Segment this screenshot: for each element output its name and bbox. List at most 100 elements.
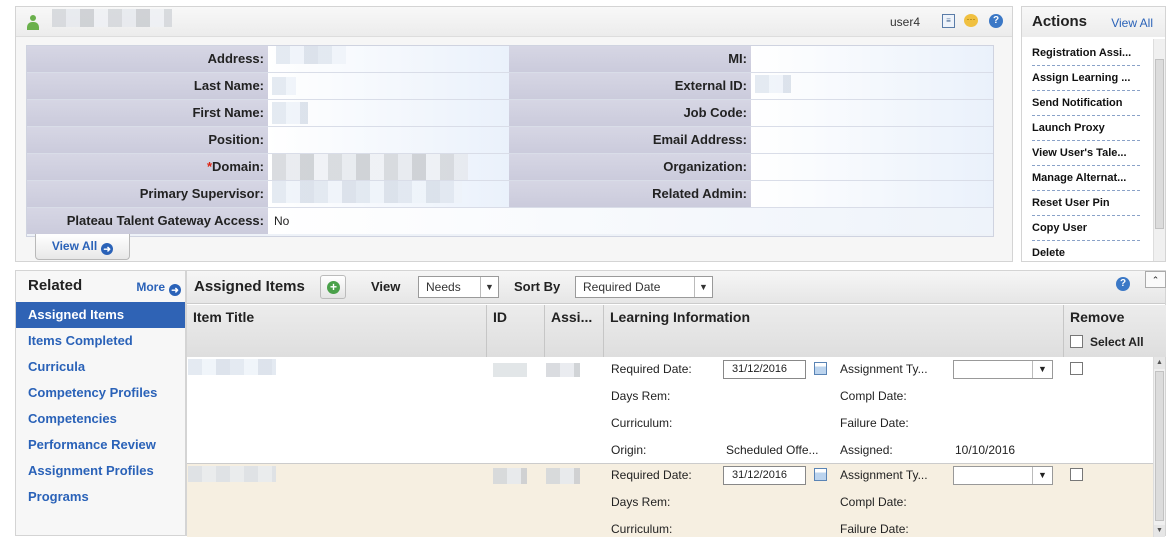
sort-by-select[interactable]: Required Date ▼ (575, 276, 713, 298)
days-rem-label: Days Rem: (611, 495, 671, 509)
remove-checkbox[interactable] (1070, 468, 1083, 481)
dropdown-arrow-icon: ▼ (1032, 361, 1052, 378)
related-item-assignment-profiles[interactable]: Assignment Profiles (16, 458, 185, 484)
field-label: Organization: (509, 154, 751, 180)
collapse-icon[interactable]: ⌃ (1145, 271, 1166, 288)
assignment-type-select[interactable]: ▼ (953, 466, 1053, 485)
field-label: Primary Supervisor: (27, 181, 268, 207)
redacted-item-title (188, 359, 276, 375)
origin-value: Scheduled Offe... (726, 443, 819, 457)
scroll-down-arrow[interactable]: ▼ (1154, 525, 1165, 537)
field-label: External ID: (509, 73, 751, 99)
actions-view-all-link[interactable]: View All (1111, 16, 1153, 30)
action-registration-assistant[interactable]: Registration Assi... (1032, 41, 1140, 66)
required-date-label: Required Date: (611, 468, 692, 482)
field-value (751, 46, 993, 72)
field-value (268, 154, 509, 180)
failure-date-label: Failure Date: (840, 416, 909, 430)
select-all-label: Select All (1090, 335, 1144, 349)
field-label: Plateau Talent Gateway Access: (27, 208, 268, 234)
column-id[interactable]: ID (487, 305, 545, 357)
action-launch-proxy[interactable]: Launch Proxy (1032, 116, 1140, 141)
profile-header: user4 ≡ ··· ? (16, 7, 1012, 37)
scroll-up-arrow[interactable]: ▲ (1154, 357, 1165, 369)
assigned-items-toolbar: Assigned Items + View Needs ▼ Sort By Req… (187, 271, 1166, 304)
field-label: Job Code: (509, 100, 751, 126)
related-item-items-completed[interactable]: Items Completed (16, 328, 185, 354)
chat-icon[interactable]: ··· (964, 14, 978, 27)
field-value (268, 181, 509, 207)
column-assigned[interactable]: Assi... (545, 305, 604, 357)
arrow-circle-right-icon: ➜ (101, 243, 114, 255)
field-value (751, 127, 993, 153)
action-send-notification[interactable]: Send Notification (1032, 91, 1140, 116)
assignment-type-label: Assignment Ty... (840, 362, 928, 376)
redacted-user-name (52, 9, 172, 27)
assignment-type-select[interactable]: ▼ (953, 360, 1053, 379)
actions-list: Registration Assi... Assign Learning ...… (1032, 41, 1140, 266)
username: user4 (889, 15, 920, 29)
action-copy-user[interactable]: Copy User (1032, 216, 1140, 241)
related-item-curricula[interactable]: Curricula (16, 354, 185, 380)
redacted-item-id (493, 468, 527, 484)
related-item-performance-review[interactable]: Performance Review (16, 432, 185, 458)
add-item-button[interactable]: + (320, 275, 346, 299)
view-select[interactable]: Needs ▼ (418, 276, 499, 298)
more-link[interactable]: More ➜ (136, 280, 181, 296)
field-value (751, 73, 993, 99)
remove-checkbox[interactable] (1070, 362, 1083, 375)
compl-date-label: Compl Date: (840, 495, 907, 509)
select-all-checkbox[interactable] (1070, 335, 1083, 348)
action-reset-user-pin[interactable]: Reset User Pin (1032, 191, 1140, 216)
related-item-competency-profiles[interactable]: Competency Profiles (16, 380, 185, 406)
help-icon[interactable]: ? (989, 14, 1003, 28)
user-profile-panel: user4 ≡ ··· ? Address: MI: Last Name: Ex… (15, 6, 1013, 262)
curriculum-label: Curriculum: (611, 416, 673, 430)
related-title: Related (28, 277, 83, 294)
table-row: Required Date: 31/12/2016 Assignment Ty.… (187, 357, 1153, 464)
related-item-assigned-items[interactable]: Assigned Items (16, 302, 185, 328)
failure-date-label: Failure Date: (840, 522, 909, 536)
assigned-items-panel: Assigned Items + View Needs ▼ Sort By Req… (186, 270, 1166, 537)
actions-scrollbar[interactable] (1153, 39, 1165, 261)
dropdown-arrow-icon: ▼ (1032, 467, 1052, 484)
calendar-icon[interactable] (814, 468, 827, 481)
redacted-assigned (546, 468, 580, 484)
field-value (268, 46, 509, 72)
field-label: Related Admin: (509, 181, 751, 207)
notes-icon[interactable]: ≡ (942, 14, 955, 28)
field-label: Last Name: (27, 73, 268, 99)
action-manage-alternates[interactable]: Manage Alternat... (1032, 166, 1140, 191)
field-label: *Domain: (27, 154, 268, 180)
field-value (268, 73, 509, 99)
field-value (268, 127, 509, 153)
actions-panel: Actions View All Registration Assi... As… (1021, 6, 1166, 262)
assigned-label: Assigned: (840, 443, 893, 457)
compl-date-label: Compl Date: (840, 389, 907, 403)
help-icon[interactable]: ? (1116, 277, 1130, 291)
column-learning-information: Learning Information (604, 305, 1064, 357)
dropdown-arrow-icon: ▼ (480, 277, 498, 297)
required-date-input[interactable]: 31/12/2016 (723, 466, 806, 485)
required-date-input[interactable]: 31/12/2016 (723, 360, 806, 379)
calendar-icon[interactable] (814, 362, 827, 375)
related-item-competencies[interactable]: Competencies (16, 406, 185, 432)
redacted-item-id (493, 363, 527, 377)
view-all-button[interactable]: View All ➜ (35, 234, 130, 260)
actions-title: Actions (1032, 13, 1088, 30)
action-delete[interactable]: Delete (1032, 241, 1140, 266)
table-row: Required Date: 31/12/2016 Assignment Ty.… (187, 464, 1153, 537)
origin-label: Origin: (611, 443, 647, 457)
table-scrollbar[interactable]: ▲ ▼ (1153, 357, 1165, 537)
sort-by-label: Sort By (514, 279, 561, 294)
profile-fields-grid: Address: MI: Last Name: External ID: Fir… (26, 45, 994, 237)
action-view-users-talent[interactable]: View User's Tale... (1032, 141, 1140, 166)
dropdown-arrow-icon: ▼ (694, 277, 712, 297)
add-icon: + (327, 281, 340, 294)
field-label: Position: (27, 127, 268, 153)
column-item-title[interactable]: Item Title (187, 305, 487, 357)
related-panel: Related More ➜ Assigned Items Items Compl… (15, 270, 186, 536)
action-assign-learning[interactable]: Assign Learning ... (1032, 66, 1140, 91)
curriculum-label: Curriculum: (611, 522, 673, 536)
related-item-programs[interactable]: Programs (16, 484, 185, 510)
